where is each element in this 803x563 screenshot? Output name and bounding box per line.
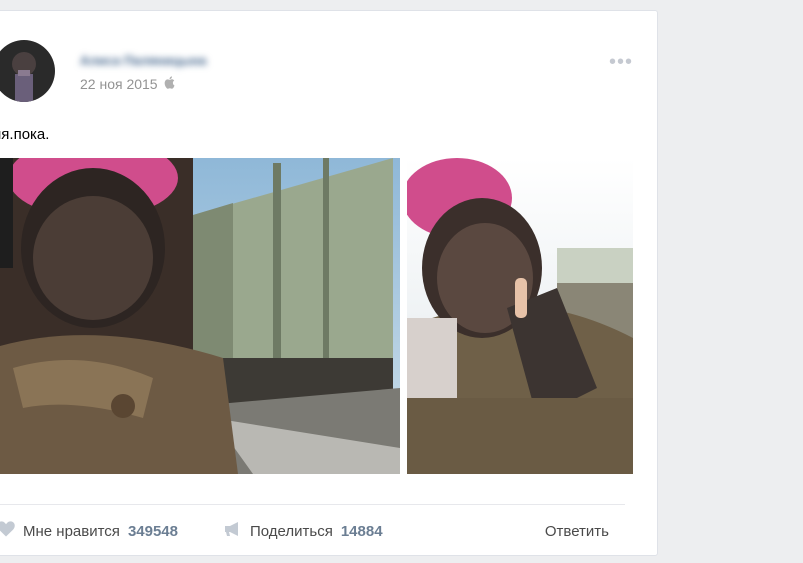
reply-button[interactable]: Ответить (545, 516, 609, 546)
megaphone-icon (224, 521, 242, 541)
post-photo-1[interactable] (0, 158, 400, 474)
post-text: ня.пока. (0, 126, 50, 143)
more-dots-icon[interactable]: ••• (609, 51, 633, 74)
share-button[interactable]: Поделиться 14884 (224, 516, 383, 546)
like-count: 349548 (127, 522, 178, 540)
like-button[interactable]: Мне нравится 349548 (0, 516, 178, 546)
post-photo-2[interactable] (407, 158, 633, 474)
apple-icon (164, 76, 175, 92)
author-name[interactable]: Алиса Паляницына (80, 53, 206, 68)
post-meta: 22 ноя 2015 (80, 76, 175, 92)
post-date[interactable]: 22 ноя 2015 (80, 76, 158, 92)
heart-icon (0, 521, 15, 541)
share-count: 14884 (340, 522, 383, 540)
divider (0, 504, 625, 505)
post-actions: Мне нравится 349548 Поделиться 14884 Отв… (0, 516, 633, 546)
avatar[interactable] (0, 40, 55, 102)
post-card: Алиса Паляницына 22 ноя 2015 ••• ня.пока… (0, 10, 658, 556)
share-label: Поделиться (250, 522, 333, 540)
like-label: Мне нравится (23, 522, 120, 540)
